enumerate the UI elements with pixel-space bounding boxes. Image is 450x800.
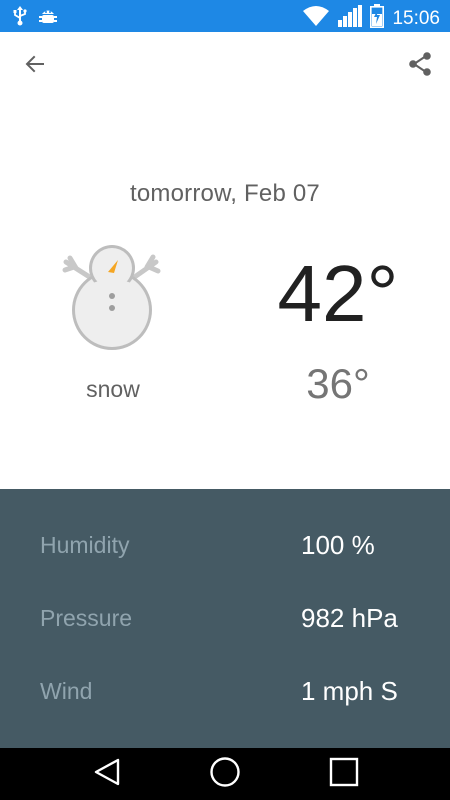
high-temperature: 42° [277, 249, 399, 338]
home-circle-icon [209, 756, 241, 793]
arrow-back-icon [23, 52, 47, 81]
wind-row: Wind 1 mph S [0, 668, 450, 718]
condition-label: snow [86, 376, 140, 402]
android-debug-icon [38, 6, 58, 31]
pressure-label: Pressure [40, 605, 133, 631]
details-panel: Humidity 100 % Pressure 982 hPa Wind 1 m… [0, 489, 450, 748]
pressure-value: 982 hPa [301, 603, 398, 633]
humidity-value: 100 % [301, 530, 375, 560]
nav-home-button[interactable] [193, 752, 257, 796]
forecast-date: tomorrow, Feb 07 [130, 180, 320, 207]
wind-value: 1 mph S [301, 676, 398, 706]
wifi-icon [302, 5, 330, 32]
wind-label: Wind [40, 678, 93, 704]
signal-icon [338, 5, 363, 32]
navigation-bar [0, 748, 450, 800]
share-button[interactable] [396, 42, 444, 90]
nav-recents-button[interactable] [312, 752, 376, 796]
humidity-row: Humidity 100 % [0, 522, 450, 572]
status-time: 15:06 [392, 7, 440, 29]
recents-square-icon [329, 757, 359, 792]
pressure-row: Pressure 982 hPa [0, 595, 450, 645]
share-icon [407, 51, 433, 82]
app-bar [0, 32, 450, 102]
status-bar: 15:06 [0, 0, 450, 32]
snowman-icon [56, 240, 168, 352]
low-temperature: 36° [306, 360, 370, 407]
usb-icon [12, 6, 28, 31]
humidity-label: Humidity [40, 532, 130, 558]
back-triangle-icon [92, 757, 122, 792]
nav-back-button[interactable] [75, 752, 139, 796]
back-button[interactable] [11, 42, 59, 90]
battery-charging-icon [370, 4, 385, 33]
